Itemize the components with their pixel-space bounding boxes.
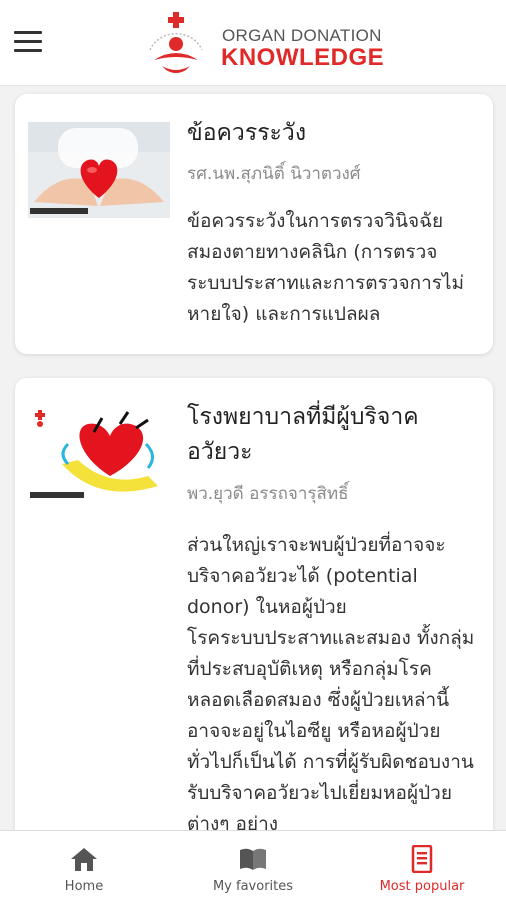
article-title: ข้อควรระวัง <box>187 120 307 146</box>
bottom-navigation: Home My favorites Most popular <box>0 830 506 900</box>
document-icon <box>411 845 433 873</box>
logo-text-organ-donation: ORGAN DONATION <box>222 26 382 45</box>
nav-home[interactable]: Home <box>0 831 168 900</box>
article-description: ส่วนใหญ่เราจะพบผู้ป่วยที่อาจจะบริจาคอวัย… <box>187 534 475 830</box>
app-logo: ORGAN DONATION KNOWLEDGE <box>140 8 384 78</box>
book-icon <box>240 848 266 870</box>
article-title: โรงพยาบาลที่มีผู้บริจาคอวัยวะ <box>187 404 419 465</box>
nav-my-favorites-label: My favorites <box>212 879 294 894</box>
organ-donation-emblem-icon <box>149 12 203 73</box>
hamburger-menu-icon[interactable] <box>14 31 44 55</box>
nav-most-popular[interactable]: Most popular <box>338 831 506 900</box>
article-list: ข้อควรระวัง รศ.นพ.สุภนิติ์ นิวาตวงศ์ ข้อ… <box>0 86 506 830</box>
heart-in-hand-illustration <box>28 404 170 500</box>
nav-home-label: Home <box>64 879 104 894</box>
home-icon <box>71 848 97 871</box>
article-author: รศ.นพ.สุภนิติ์ นิวาตวงศ์ <box>187 164 361 184</box>
article-card[interactable]: ข้อควรระวัง รศ.นพ.สุภนิติ์ นิวาตวงศ์ ข้อ… <box>15 94 493 354</box>
top-app-bar: ORGAN DONATION KNOWLEDGE <box>0 0 506 86</box>
article-card[interactable]: โรงพยาบาลที่มีผู้บริจาคอวัยวะ พว.ยุวดี อ… <box>15 378 493 830</box>
article-author: พว.ยุวดี อรรถจารุสิทธิ์ <box>187 484 349 504</box>
article-description: ข้อควรระวังในการตรวจวินิจฉัยสมองตายทางคล… <box>187 210 465 325</box>
nav-my-favorites[interactable]: My favorites <box>169 831 337 900</box>
logo-text-knowledge: KNOWLEDGE <box>221 44 385 71</box>
nav-most-popular-label: Most popular <box>379 879 465 894</box>
hands-holding-heart-image <box>28 122 170 218</box>
